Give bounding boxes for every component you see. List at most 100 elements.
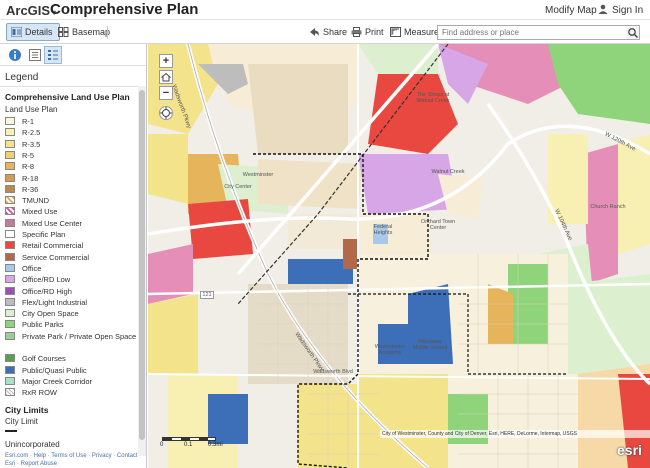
home-button[interactable] <box>159 70 173 84</box>
legend-swatch <box>5 230 15 238</box>
highway-shield: 121 <box>200 291 214 299</box>
print-label: Print <box>365 27 384 37</box>
sign-in-label: Sign In <box>612 5 644 16</box>
unincorporated-label: Unincorporated <box>5 440 60 449</box>
layer-sublabel-land-use: Land Use Plan <box>5 105 58 114</box>
legend-list[interactable]: Comprehensive Land Use Plan Land Use Pla… <box>0 86 138 456</box>
legend-tab[interactable] <box>44 46 62 64</box>
basemap-grid-icon <box>58 27 69 37</box>
share-icon <box>310 28 319 36</box>
map-view[interactable]: The Shops at Walnut Creek Wadsworth Pkwy… <box>148 44 650 468</box>
arcgis-menu[interactable]: ArcGIS ▾ <box>6 3 56 18</box>
parcel-open-space-southeast <box>568 274 650 374</box>
legend-item-label: Flex/Light Industrial <box>22 297 88 307</box>
brand-label: ArcGIS <box>6 3 51 18</box>
legend-item-label: R-18 <box>22 173 39 183</box>
legend-swatch <box>5 320 15 329</box>
map-label-shops: The Shops at Walnut Creek <box>416 92 450 104</box>
legend-item-label: R-36 <box>22 184 39 194</box>
print-button[interactable]: Print <box>346 23 391 41</box>
panel-tabs <box>0 44 146 66</box>
legend-item-label: R-5 <box>22 150 35 160</box>
footer-links[interactable]: Esri.com · Help · Terms of Use · Privacy… <box>5 452 142 468</box>
city-limit-label: City Limit <box>5 417 38 426</box>
legend-swatch <box>5 173 15 182</box>
sign-in-link[interactable]: Sign In <box>598 4 643 16</box>
map-label-orchard: Orchard Town Center <box>420 219 456 231</box>
legend-swatch <box>5 117 15 125</box>
share-label: Share <box>323 27 348 37</box>
parcel-r35-west <box>148 134 188 204</box>
toolbar-divider <box>107 26 108 39</box>
legend-swatch <box>5 139 15 148</box>
legend-swatch <box>5 184 15 193</box>
details-label: Details <box>25 27 53 37</box>
legend-item-label: Mixed Use <box>22 207 58 217</box>
home-icon <box>161 72 171 82</box>
legend-item-label: Office/RD High <box>22 286 72 296</box>
printer-icon <box>351 27 362 37</box>
legend-item-label: R-3.5 <box>22 139 41 149</box>
legend-item-label: City Open Space <box>22 309 79 319</box>
measure-label: Measure <box>404 27 440 37</box>
map-label-church-ranch: Church Ranch <box>590 204 626 210</box>
legend-swatch <box>5 354 15 363</box>
legend-heading: Legend <box>5 72 39 83</box>
parcel-retail-west <box>188 199 253 259</box>
legend-swatch <box>5 128 15 137</box>
legend-item-label: Office/RD Low <box>22 275 71 285</box>
map-label-academy: Westminster Academy <box>374 344 406 356</box>
legend-scrollbar[interactable] <box>138 86 146 456</box>
legend-swatch <box>5 331 15 340</box>
legend-swatch <box>5 275 15 284</box>
search-button[interactable] <box>626 25 640 40</box>
legend-item-label: Office <box>22 263 42 273</box>
top-bar: ArcGIS ▾ Comprehensive Plan Modify Map Si… <box>0 0 650 20</box>
legend-swatch <box>5 241 15 250</box>
details-icon <box>10 26 23 38</box>
legend-swatch <box>5 162 15 171</box>
scale-label-end: 0.3mi <box>208 442 223 448</box>
map-label-city-center: City Center <box>224 184 252 190</box>
zoom-out-button[interactable]: − <box>159 86 173 100</box>
basemap-label: Basemap <box>72 27 111 37</box>
legend-item-label: Public/Quasi Public <box>22 365 87 375</box>
scale-bar <box>162 437 216 441</box>
legend-swatch <box>5 218 15 227</box>
legend-swatch <box>5 196 15 205</box>
scale-label-mid: 0.1 <box>184 442 193 448</box>
legend-item-label: Retail Commercial <box>22 241 84 251</box>
zoom-in-button[interactable]: + <box>159 54 173 68</box>
legend-item-label: Major Creek Corridor <box>22 376 93 386</box>
legend-swatch <box>5 252 15 261</box>
map-label-wadsworth-blvd: Wadsworth Blvd <box>313 369 353 375</box>
modify-map-link[interactable]: Modify Map <box>545 5 597 16</box>
legend-item-label: TMUND <box>22 196 50 206</box>
scroll-thumb[interactable] <box>139 90 145 440</box>
esri-logo: esri <box>617 442 642 458</box>
legend-swatch <box>5 365 15 374</box>
search-icon <box>628 28 639 39</box>
map-label-mandalay: Mandalay Middle School <box>412 339 448 351</box>
city-limit-swatch <box>5 430 17 432</box>
legend-item-label: R-2.5 <box>22 128 41 138</box>
content-list-icon[interactable] <box>28 48 42 62</box>
parcel-r8-southeast <box>488 284 513 344</box>
legend-swatch <box>5 388 15 397</box>
layer-title-land-use: Comprehensive Land Use Plan <box>5 92 130 102</box>
legend-swatch <box>5 309 15 318</box>
legend-item-label: Mixed Use Center <box>22 218 83 228</box>
about-info-icon[interactable] <box>8 48 22 62</box>
scale-label-0: 0 <box>160 442 164 448</box>
search-input[interactable] <box>437 25 627 40</box>
land-use-map[interactable] <box>148 44 650 468</box>
legend-swatch <box>5 263 15 272</box>
legend-item-label: Specific Plan <box>22 230 66 239</box>
locate-crosshair-icon <box>160 107 172 119</box>
details-button[interactable]: Details <box>6 23 60 41</box>
legend-swatch <box>5 150 15 159</box>
parcel-r8-north <box>248 64 348 154</box>
parcel-r35-southwest <box>148 294 198 374</box>
measure-icon <box>390 27 401 37</box>
locate-button[interactable] <box>159 106 173 120</box>
